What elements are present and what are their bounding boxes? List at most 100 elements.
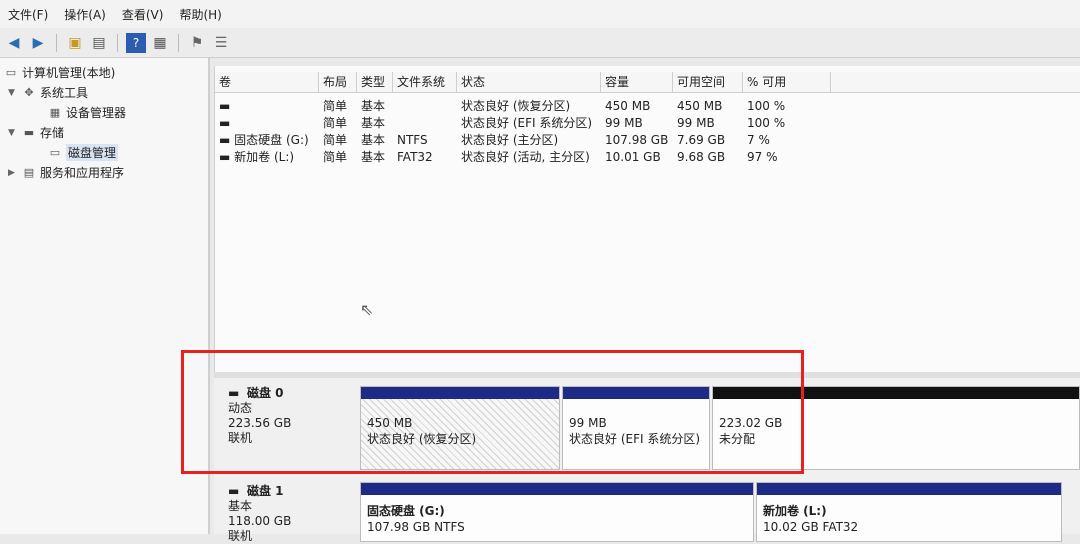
- partition-bar: [757, 483, 1061, 495]
- tree-item-label: 磁盘管理: [66, 144, 119, 161]
- volume-icon: ▬: [219, 133, 231, 147]
- disk-management-icon: ▭: [49, 146, 61, 159]
- services-icon: ▤: [23, 166, 35, 179]
- tree-item-system-tools[interactable]: ▼ ✥ 系统工具: [8, 84, 88, 101]
- table-row[interactable]: ▬ 固态硬盘 (G:) 简单 基本 NTFS 状态良好 (主分区) 107.98…: [215, 132, 831, 149]
- tree-item-services[interactable]: ▶ ▤ 服务和应用程序: [8, 164, 124, 181]
- partition-text: 新加卷 (L:) 10.02 GB FAT32: [763, 504, 859, 534]
- storage-icon: ▬: [23, 126, 35, 139]
- free-space-cell: 7.69 GB: [677, 133, 726, 147]
- type-cell: 基本: [361, 99, 386, 113]
- capacity-cell: 107.98 GB: [605, 133, 669, 147]
- type-cell: 基本: [361, 150, 386, 164]
- partition-bar: [361, 483, 753, 495]
- filesystem-cell: NTFS: [397, 133, 428, 147]
- percent-free-cell: 97 %: [747, 150, 778, 164]
- menu-file[interactable]: 文件(F): [0, 6, 56, 23]
- console-tree: ▭ 计算机管理(本地) ▼ ✥ 系统工具 ▦ 设备管理器 ▼ ▬ 存储 ▭ 磁盘…: [0, 58, 210, 534]
- free-space-cell: 99 MB: [677, 116, 715, 130]
- layout-cell: 简单: [323, 150, 348, 164]
- disk-name: 磁盘 1: [246, 484, 284, 498]
- menu-bar: 文件(F) 操作(A) 查看(V) 帮助(H): [0, 0, 1080, 28]
- volume-icon: ▬: [219, 116, 231, 130]
- chevron-down-icon[interactable]: ▼: [8, 128, 18, 138]
- partition-text: 固态硬盘 (G:) 107.98 GB NTFS: [367, 504, 465, 534]
- back-arrow-icon[interactable]: ◀: [4, 33, 24, 53]
- status-cell: 状态良好 (活动, 主分区): [461, 150, 590, 164]
- up-folder-icon[interactable]: ▣: [65, 33, 85, 53]
- tree-item-label: 计算机管理(本地): [22, 66, 116, 80]
- partition-l-drive[interactable]: 新加卷 (L:) 10.02 GB FAT32: [756, 482, 1062, 542]
- free-space-cell: 9.68 GB: [677, 150, 726, 164]
- toolbar-separator: [117, 33, 118, 52]
- volume-cell: ▬ 新加卷 (L:): [219, 150, 295, 164]
- mouse-cursor-icon: ⇖: [360, 300, 374, 319]
- capacity-cell: 10.01 GB: [605, 150, 661, 164]
- column-header-volume[interactable]: 卷: [215, 72, 319, 92]
- column-header-percent-free[interactable]: % 可用: [743, 72, 831, 92]
- disk-icon: ▬: [228, 484, 240, 498]
- volume-list-header: 卷 布局 类型 文件系统 状态 容量 可用空间 % 可用: [215, 72, 1080, 93]
- toolbar-separator: [178, 33, 179, 52]
- toolbar: ◀ ▶ ▣ ▤ ? ▦ ⚑ ☰: [0, 28, 1080, 58]
- partition-g-drive[interactable]: 固态硬盘 (G:) 107.98 GB NTFS: [360, 482, 754, 542]
- flag-icon[interactable]: ⚑: [187, 33, 207, 53]
- computer-icon: ▭: [5, 66, 17, 79]
- menu-help[interactable]: 帮助(H): [171, 6, 229, 23]
- tree-item-device-manager[interactable]: ▦ 设备管理器: [48, 104, 126, 121]
- help-icon[interactable]: ?: [126, 32, 146, 53]
- percent-free-cell: 100 %: [747, 99, 786, 113]
- disk-kind: 基本: [228, 499, 253, 513]
- volume-cell: ▬ 固态硬盘 (G:): [219, 133, 309, 147]
- column-header-filesystem[interactable]: 文件系统: [393, 72, 457, 92]
- filesystem-cell: [393, 98, 457, 115]
- tree-item-label: 设备管理器: [66, 106, 127, 120]
- forward-arrow-icon[interactable]: ▶: [28, 33, 48, 53]
- disk-size: 118.00 GB: [228, 514, 292, 528]
- status-cell: 状态良好 (EFI 系统分区): [461, 116, 593, 130]
- table-row[interactable]: ▬ 简单 基本 状态良好 (恢复分区) 450 MB 450 MB 100 %: [215, 98, 831, 115]
- tree-item-label: 系统工具: [40, 86, 89, 100]
- column-header-type[interactable]: 类型: [357, 72, 393, 92]
- layout-cell: 简单: [323, 133, 348, 147]
- free-space-cell: 450 MB: [677, 99, 723, 113]
- list-view-icon[interactable]: ☰: [211, 33, 231, 53]
- column-header-capacity[interactable]: 容量: [601, 72, 673, 92]
- percent-free-cell: 100 %: [747, 116, 786, 130]
- column-header-status[interactable]: 状态: [457, 72, 601, 92]
- table-row[interactable]: ▬ 新加卷 (L:) 简单 基本 FAT32 状态良好 (活动, 主分区) 10…: [215, 149, 831, 166]
- layout-cell: 简单: [323, 99, 348, 113]
- volume-icon: ▬: [219, 99, 231, 113]
- volume-cell: ▬: [215, 98, 319, 115]
- chevron-right-icon[interactable]: ▶: [8, 168, 18, 178]
- console-tree-icon[interactable]: ▤: [89, 33, 109, 53]
- type-cell: 基本: [361, 133, 386, 147]
- table-row[interactable]: ▬ 简单 基本 状态良好 (EFI 系统分区) 99 MB 99 MB 100 …: [215, 115, 831, 132]
- filesystem-cell: FAT32: [397, 150, 433, 164]
- tree-item-label: 存储: [40, 126, 65, 140]
- tree-item-label: 服务和应用程序: [40, 166, 125, 180]
- filesystem-cell: [393, 115, 457, 132]
- tree-item-storage[interactable]: ▼ ▬ 存储: [8, 124, 64, 141]
- percent-free-cell: 7 %: [747, 133, 770, 147]
- column-header-layout[interactable]: 布局: [319, 72, 357, 92]
- device-manager-icon: ▦: [49, 106, 61, 119]
- disk-1-info[interactable]: ▬ 磁盘 1 基本 118.00 GB 联机: [228, 484, 291, 544]
- disk-state: 联机: [228, 529, 253, 543]
- toolbar-separator: [56, 33, 57, 52]
- layout-cell: 简单: [323, 116, 348, 130]
- menu-action[interactable]: 操作(A): [56, 6, 114, 23]
- properties-icon[interactable]: ▦: [150, 33, 170, 53]
- volume-icon: ▬: [219, 150, 231, 164]
- column-header-free-space[interactable]: 可用空间: [673, 72, 743, 92]
- chevron-down-icon[interactable]: ▼: [8, 88, 18, 98]
- type-cell: 基本: [361, 116, 386, 130]
- menu-view[interactable]: 查看(V): [114, 6, 172, 23]
- annotation-highlight-box: [181, 350, 804, 474]
- volume-cell: ▬: [215, 115, 319, 132]
- tree-item-root[interactable]: ▭ 计算机管理(本地): [4, 64, 116, 81]
- tools-icon: ✥: [24, 86, 34, 99]
- tree-item-disk-management[interactable]: ▭ 磁盘管理: [48, 144, 119, 161]
- capacity-cell: 99 MB: [605, 116, 643, 130]
- status-cell: 状态良好 (恢复分区): [461, 99, 571, 113]
